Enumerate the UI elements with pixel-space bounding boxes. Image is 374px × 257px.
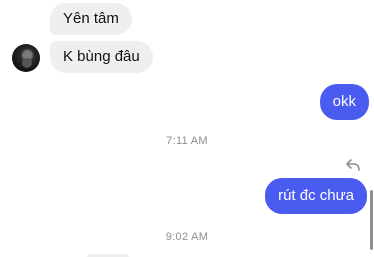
- scrollbar[interactable]: [370, 190, 373, 250]
- user-avatar[interactable]: [12, 44, 40, 72]
- reply-arrow-icon[interactable]: [346, 159, 360, 171]
- incoming-message-bubble[interactable]: Yên tâm: [50, 3, 132, 35]
- incoming-message-bubble[interactable]: K bùng đâu: [50, 41, 153, 73]
- chat-thread: Yên tâm K bùng đâu okk 7:11 AM rút đc ch…: [0, 0, 374, 257]
- message-timestamp: 9:02 AM: [165, 231, 209, 243]
- outgoing-message-bubble[interactable]: okk: [319, 84, 369, 120]
- outgoing-message-bubble[interactable]: rút đc chưa: [265, 178, 367, 214]
- message-timestamp: 7:11 AM: [166, 135, 208, 147]
